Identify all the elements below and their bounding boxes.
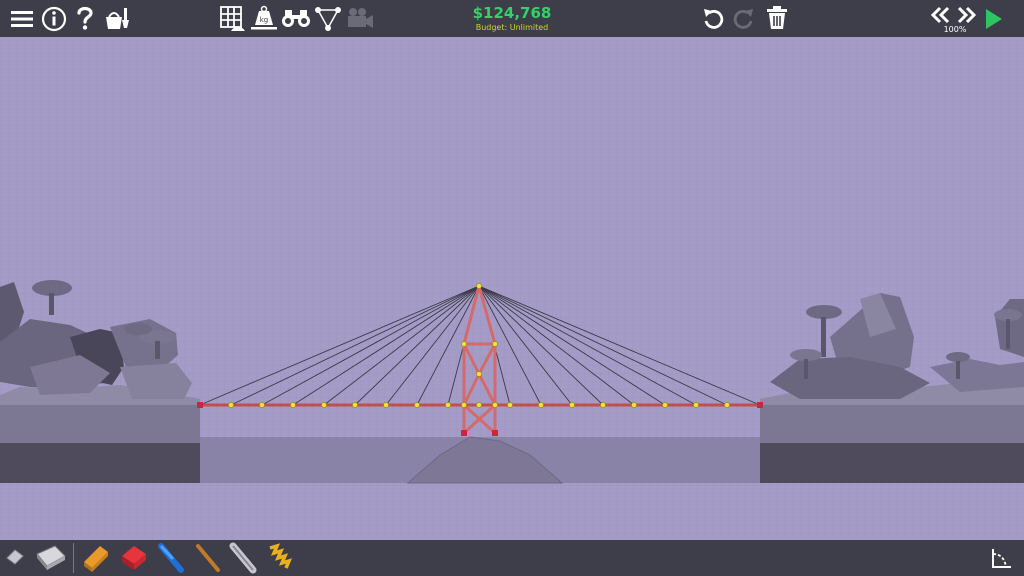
joint-5[interactable] (383, 402, 389, 408)
joint-1[interactable] (259, 402, 265, 408)
speed-up-icon[interactable] (956, 6, 976, 24)
tower-right-anchor[interactable] (492, 430, 498, 436)
joint-8[interactable] (461, 402, 467, 408)
joint-15[interactable] (631, 402, 637, 408)
joints-icon[interactable] (315, 6, 341, 32)
left-cliff (0, 385, 200, 483)
trash-icon[interactable] (766, 6, 788, 30)
joint-21[interactable] (492, 341, 498, 347)
speed-readout: 100% (943, 25, 967, 34)
budget-label: Budget: Unlimited (475, 23, 549, 32)
joint-4[interactable] (352, 402, 358, 408)
joint-11[interactable] (507, 402, 513, 408)
toolbar-separator (73, 543, 74, 573)
reinforced-road-material[interactable] (118, 542, 150, 574)
joint-2[interactable] (290, 402, 296, 408)
joint-0[interactable] (228, 402, 234, 408)
binoculars-icon[interactable] (281, 7, 311, 29)
slow-down-icon[interactable] (931, 6, 951, 24)
joint-14[interactable] (600, 402, 606, 408)
budget-amount: $124,768 (472, 4, 552, 22)
menu-icon[interactable] (11, 9, 33, 29)
sandbox-icon[interactable] (104, 5, 132, 31)
joint-6[interactable] (414, 402, 420, 408)
undo-icon[interactable] (702, 7, 724, 29)
tower-left-anchor[interactable] (461, 430, 467, 436)
svg-text:kg: kg (260, 16, 269, 24)
joint-16[interactable] (662, 402, 668, 408)
joint-13[interactable] (569, 402, 575, 408)
joint-17[interactable] (693, 402, 699, 408)
steel-material[interactable] (228, 542, 258, 574)
info-icon[interactable] (41, 6, 67, 32)
play-icon[interactable] (984, 8, 1004, 30)
game-scene[interactable] (0, 37, 1024, 540)
corner-select-icon[interactable] (990, 546, 1014, 570)
joint-3[interactable] (321, 402, 327, 408)
spring-material[interactable] (265, 542, 295, 574)
left-anchor[interactable] (197, 402, 203, 408)
wood-material[interactable] (194, 542, 222, 574)
eraser-tool[interactable] (5, 546, 25, 566)
eraser-all-tool[interactable] (33, 542, 69, 574)
weight-icon[interactable]: kg (251, 5, 277, 31)
road-material[interactable] (80, 542, 112, 574)
joint-7[interactable] (445, 402, 451, 408)
right-anchor[interactable] (757, 402, 763, 408)
joint-22[interactable] (476, 371, 482, 377)
help-icon[interactable] (76, 5, 94, 31)
joint-9[interactable] (476, 402, 482, 408)
joint-10[interactable] (492, 402, 498, 408)
redo-icon[interactable] (733, 7, 755, 29)
camera-icon[interactable] (346, 7, 374, 29)
material-toolbar (0, 540, 1024, 576)
joint-20[interactable] (461, 341, 467, 347)
joint-12[interactable] (538, 402, 544, 408)
joint-18[interactable] (724, 402, 730, 408)
grid-icon[interactable] (219, 5, 245, 31)
hydraulic-material[interactable] (157, 542, 185, 574)
joint-19[interactable] (476, 283, 482, 289)
